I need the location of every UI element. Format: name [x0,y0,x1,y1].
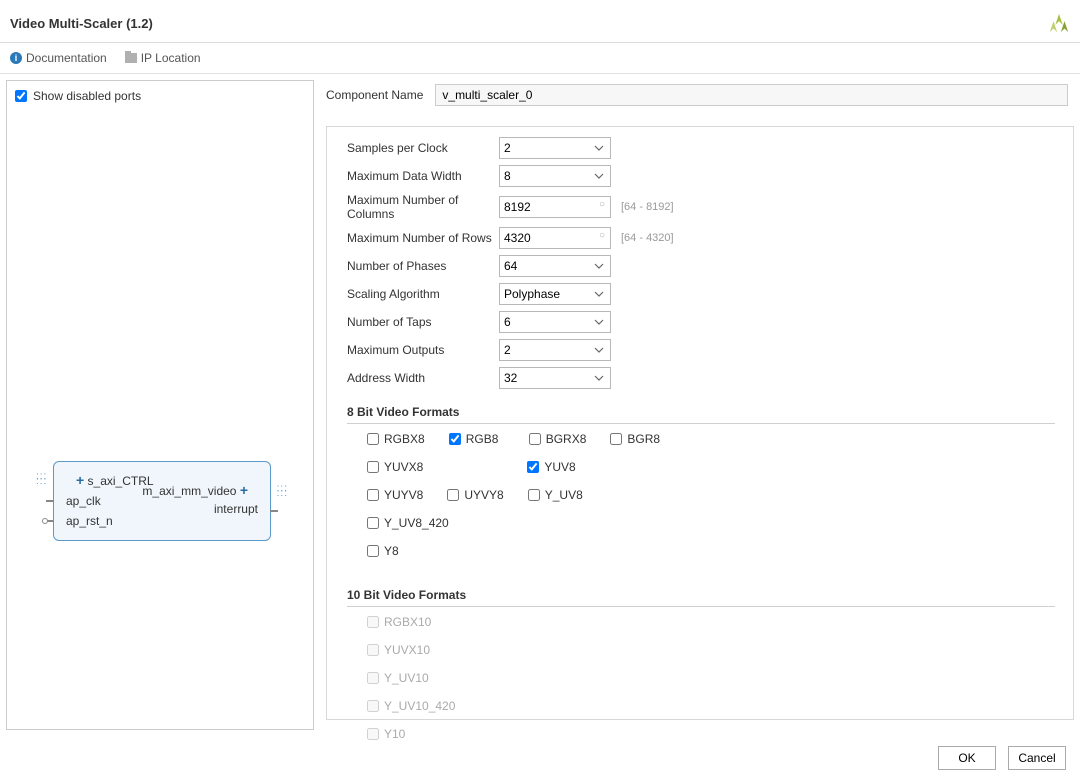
config-panel: Samples per Clock 2 Maximum Data Width 8… [326,126,1074,720]
info-icon: i [10,52,22,64]
show-disabled-ports-label: Show disabled ports [33,89,141,103]
header: Video Multi-Scaler (1.2) [0,0,1080,43]
ok-button[interactable]: OK [938,746,996,770]
format-y-uv10-checkbox: Y_UV10 [367,671,429,685]
component-name-input[interactable] [435,84,1068,106]
format-bgr8-checkbox[interactable]: BGR8 [610,432,666,446]
pin-icon [46,500,54,502]
documentation-label: Documentation [26,51,107,65]
scaling-algo-label: Scaling Algorithm [347,287,499,301]
max-rows-range: [64 - 4320] [621,232,674,244]
expand-icon[interactable]: + [76,472,84,488]
port-interrupt: interrupt [214,502,258,516]
format-y-uv10-420-checkbox: Y_UV10_420 [367,699,455,713]
max-cols-label: Maximum Number of Columns [347,193,499,221]
port-m-axi-mm-video: m_axi_mm_video + [142,482,248,498]
format-rgbx10-checkbox: RGBX10 [367,615,431,629]
toolbar: i Documentation IP Location [0,43,1080,74]
max-data-width-label: Maximum Data Width [347,169,499,183]
show-disabled-ports-checkbox[interactable]: Show disabled ports [15,89,305,103]
num-taps-label: Number of Taps [347,315,499,329]
pin-icon [270,510,278,512]
format-bgrx8-checkbox[interactable]: BGRX8 [529,432,587,446]
format-yuv8-checkbox[interactable]: YUV8 [527,460,583,474]
max-data-width-select[interactable]: 8 [499,165,611,187]
addr-width-select[interactable]: 32 [499,367,611,389]
app-logo-icon [1048,12,1070,34]
component-name-row: Component Name [326,84,1074,106]
component-name-label: Component Name [326,88,423,102]
samples-per-clock-select[interactable]: 2 [499,137,611,159]
port-ap-rst-n: ap_rst_n [66,514,113,528]
format-rgb8-checkbox[interactable]: RGB8 [449,432,505,446]
max-rows-input[interactable] [499,227,611,249]
page-title: Video Multi-Scaler (1.2) [10,16,153,31]
num-phases-select[interactable]: 64 [499,255,611,277]
eight-bit-format-group: RGBX8 RGB8 BGRX8 BGR8 YUVX8 YUV8 YUYV8 U… [367,432,1055,572]
addr-width-label: Address Width [347,371,499,385]
format-uyvy8-checkbox[interactable]: UYVY8 [447,488,503,502]
show-disabled-ports-input[interactable] [15,90,27,102]
max-outputs-select[interactable]: 2 [499,339,611,361]
max-outputs-label: Maximum Outputs [347,343,499,357]
format-yuyv8-checkbox[interactable]: YUYV8 [367,488,423,502]
format-y8-checkbox[interactable]: Y8 [367,544,423,558]
format-y-uv8-checkbox[interactable]: Y_UV8 [528,488,584,502]
ten-bit-format-group: RGBX10 YUVX10 Y_UV10 Y_UV10_420 Y10 [367,615,1055,755]
max-rows-label: Maximum Number of Rows [347,231,499,245]
ten-bit-section-header: 10 Bit Video Formats [347,588,1055,607]
footer: OK Cancel [938,746,1066,770]
port-ap-clk: ap_clk [66,494,101,508]
format-y10-checkbox: Y10 [367,727,423,741]
num-taps-select[interactable]: 6 [499,311,611,333]
max-cols-range: [64 - 8192] [621,201,674,213]
eight-bit-section-header: 8 Bit Video Formats [347,405,1055,424]
format-yuvx8-checkbox[interactable]: YUVX8 [367,460,423,474]
documentation-link[interactable]: i Documentation [10,51,107,65]
samples-per-clock-label: Samples per Clock [347,141,499,155]
expand-icon[interactable]: + [240,482,248,498]
config-panel-container: Component Name Samples per Clock 2 Maxim… [326,80,1074,730]
scaling-algo-select[interactable]: Polyphase [499,283,611,305]
format-y-uv8-420-checkbox[interactable]: Y_UV8_420 [367,516,449,530]
ip-block-diagram: :::::: :::::: + s_axi_CTRL ap_clk ap_rst… [53,461,271,541]
ip-location-link[interactable]: IP Location [125,51,201,65]
bus-dots-right-icon: :::::: [277,486,288,496]
ip-location-label: IP Location [141,51,201,65]
ip-block[interactable]: :::::: :::::: + s_axi_CTRL ap_clk ap_rst… [53,461,271,541]
num-phases-label: Number of Phases [347,259,499,273]
format-yuvx10-checkbox: YUVX10 [367,643,430,657]
folder-icon [125,53,137,63]
format-rgbx8-checkbox[interactable]: RGBX8 [367,432,425,446]
max-cols-input[interactable] [499,196,611,218]
cancel-button[interactable]: Cancel [1008,746,1066,770]
bus-dots-left-icon: :::::: [36,474,47,484]
inverted-pin-icon [42,518,48,524]
block-diagram-panel: Show disabled ports :::::: :::::: + s_ax… [6,80,314,730]
main-content: Show disabled ports :::::: :::::: + s_ax… [0,74,1080,736]
